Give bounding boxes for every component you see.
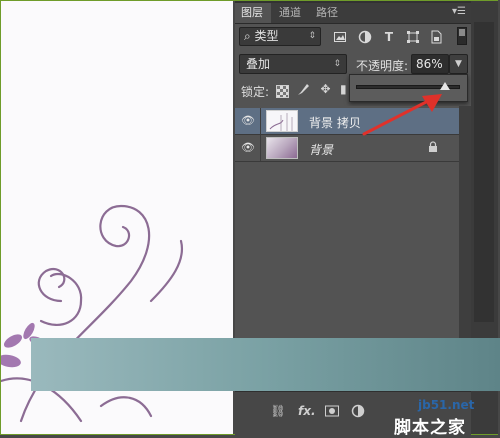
opacity-dropdown-button[interactable]: ▼	[449, 54, 468, 74]
panel-menu-icon[interactable]: ▾☰	[449, 4, 469, 20]
shape-filter-icon[interactable]	[406, 30, 420, 44]
layer-thumbnail-art	[267, 111, 297, 131]
lock-image-icon[interactable]	[296, 82, 311, 97]
eye-icon[interactable]: 👁	[241, 142, 255, 154]
dock-strip-inner	[474, 22, 494, 322]
adjustment-filter-icon[interactable]	[358, 30, 372, 44]
watermark-site-name: 脚本之家	[394, 418, 466, 438]
lock-position-icon[interactable]: ✥	[318, 82, 333, 97]
opacity-slider-thumb[interactable]	[440, 82, 451, 90]
lock-icon	[428, 141, 438, 156]
lock-all-icon[interactable]: ▮	[340, 82, 346, 97]
opacity-label: 不透明度:	[356, 59, 409, 73]
link-layers-icon[interactable]: ⛓	[270, 403, 286, 419]
blend-mode-select[interactable]: 叠加 ⇕	[239, 54, 347, 74]
type-filter-icon[interactable]: T	[382, 30, 396, 44]
tab-paths[interactable]: 路径	[310, 3, 344, 23]
add-mask-icon[interactable]	[324, 403, 340, 419]
blend-mode-value: 叠加	[246, 57, 271, 71]
chevron-down-icon: ▼	[455, 59, 462, 69]
tab-channels[interactable]: 通道	[273, 3, 307, 23]
opacity-input[interactable]: 86%	[411, 54, 449, 74]
tab-layers[interactable]: 图层	[235, 3, 271, 23]
search-icon: ⌕	[244, 29, 255, 43]
visibility-divider	[260, 135, 261, 161]
layer-thumbnail[interactable]	[266, 137, 298, 159]
adjustment-layer-icon[interactable]	[350, 403, 366, 419]
watermark-url: jb51.net	[418, 398, 475, 412]
chevron-updown-icon: ⇕	[333, 59, 341, 69]
smart-object-filter-icon[interactable]	[429, 30, 443, 44]
lock-transparent-icon[interactable]	[276, 85, 289, 98]
layer-thumbnail[interactable]	[266, 110, 298, 132]
eye-icon[interactable]: 👁	[241, 115, 255, 127]
image-filter-icon[interactable]	[333, 30, 347, 44]
overlay-block	[31, 338, 500, 391]
filter-toggle-knob	[459, 29, 465, 36]
chevron-updown-icon: ⇕	[308, 31, 316, 41]
layer-name[interactable]: 背景 拷贝	[309, 114, 361, 131]
filter-toggle-switch[interactable]	[457, 27, 467, 45]
layer-filter-select[interactable]: ⌕ 类型 ⇕	[239, 27, 321, 46]
layer-name[interactable]: 背景	[309, 141, 333, 158]
visibility-divider	[260, 108, 261, 134]
fx-icon[interactable]: fx.	[298, 403, 316, 419]
lock-label: 锁定:	[241, 85, 270, 99]
layer-filter-value: 类型	[254, 29, 279, 43]
annotation-arrow	[362, 94, 442, 136]
